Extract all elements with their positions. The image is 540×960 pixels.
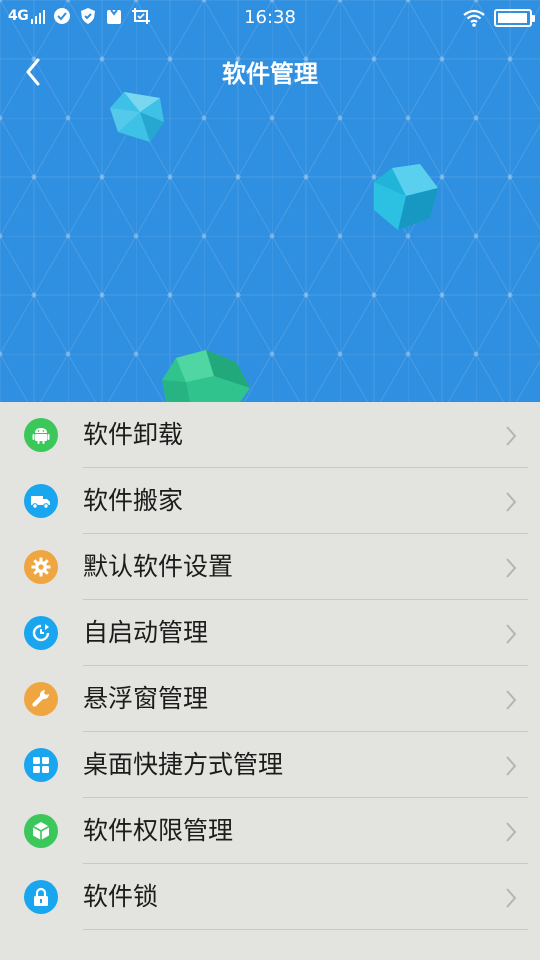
menu-item[interactable]: 默认软件设置 [0, 534, 540, 600]
settings-list: 软件卸载软件搬家默认软件设置 自启动管理悬浮窗管理桌面快捷方式管理 软件权限管理 软件… [0, 402, 540, 930]
chevron-right-icon [504, 689, 518, 715]
menu-item-label: 软件权限管理 [83, 816, 234, 845]
divider [83, 929, 528, 930]
chevron-right-icon [504, 491, 518, 517]
menu-item[interactable]: 软件搬家 [0, 468, 540, 534]
menu-item[interactable]: 软件锁 [0, 864, 540, 930]
menu-item-label: 软件搬家 [83, 486, 184, 515]
clock-refresh-icon [24, 616, 58, 650]
menu-item-label: 悬浮窗管理 [83, 684, 209, 713]
menu-item-label: 默认软件设置 [83, 552, 234, 581]
menu-item[interactable]: 自启动管理 [0, 600, 540, 666]
menu-item[interactable]: 软件权限管理 [0, 798, 540, 864]
wifi-icon [463, 9, 485, 27]
menu-item-label: 软件锁 [83, 882, 159, 911]
grid-icon [24, 748, 58, 782]
menu-item[interactable]: 悬浮窗管理 [0, 666, 540, 732]
lock-icon [24, 880, 58, 914]
android-icon [24, 418, 58, 452]
cube-icon [24, 814, 58, 848]
chevron-right-icon [504, 623, 518, 649]
title-bar: 软件管理 [0, 44, 540, 94]
menu-item-label: 软件卸载 [83, 420, 184, 449]
battery-icon [494, 9, 535, 27]
status-bar: 4G 16:38 [0, 0, 540, 36]
menu-item[interactable]: 桌面快捷方式管理 [0, 732, 540, 798]
header-banner: 4G 16:38 软件管理 [0, 0, 540, 402]
chevron-right-icon [504, 425, 518, 451]
chevron-right-icon [504, 557, 518, 583]
clock: 16:38 [244, 7, 296, 28]
page-title: 软件管理 [222, 60, 318, 88]
menu-item[interactable]: 软件卸载 [0, 402, 540, 468]
chevron-right-icon [504, 887, 518, 913]
chevron-right-icon [504, 821, 518, 847]
gear-icon [24, 550, 58, 584]
menu-item-label: 自启动管理 [83, 618, 209, 647]
menu-item-label: 桌面快捷方式管理 [83, 750, 284, 779]
truck-icon [24, 484, 58, 518]
chevron-right-icon [504, 755, 518, 781]
wrench-icon [24, 682, 58, 716]
